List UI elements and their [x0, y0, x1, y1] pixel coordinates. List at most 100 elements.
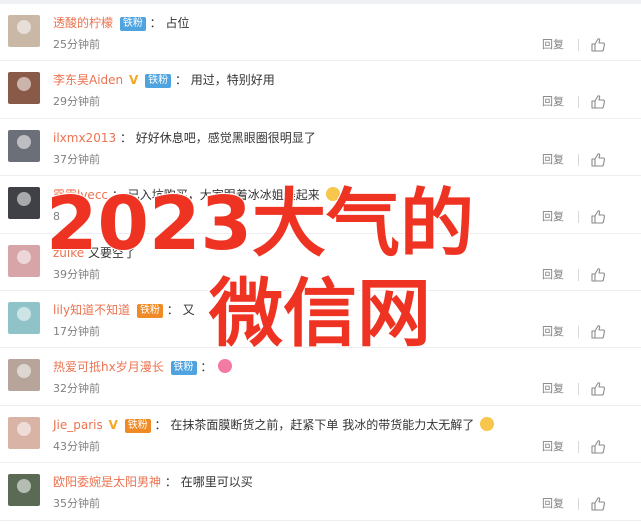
username-link[interactable]: 透酸的柠檬	[53, 16, 113, 30]
thumbs-up-icon[interactable]	[590, 209, 606, 225]
comment-line: 露露lvecc ： 已入坑购买，大家跟着冰冰姐美起来	[53, 186, 631, 204]
username-link[interactable]: 露露lvecc	[53, 188, 108, 202]
comment-item: 欧阳委婉是太阳男神 ： 在哪里可以买 35分钟前 回复	[0, 463, 641, 521]
action-divider	[578, 96, 579, 109]
heart-emoji-icon	[218, 359, 233, 374]
avatar[interactable]	[8, 15, 40, 47]
avatar-face	[17, 364, 31, 379]
reply-button[interactable]: 回复	[542, 268, 564, 282]
verified-v-icon: V	[128, 73, 139, 88]
fan-badge: 铁粉	[145, 74, 172, 89]
comment-item: 李东昊Aiden V 铁粉 ： 用过，特别好用 29分钟前 回复	[0, 61, 641, 119]
comment-time: 29分钟前	[53, 95, 100, 109]
comment-line: zuike 又要空了	[53, 244, 631, 262]
reply-button[interactable]: 回复	[542, 38, 564, 52]
action-divider	[578, 39, 579, 51]
avatar-face	[17, 192, 31, 207]
colon-separator: ：	[154, 417, 167, 432]
comment-item: Jie_paris V 铁粉 ： 在抹茶面膜断货之前，赶紧下单 我冰的带货能力太…	[0, 406, 641, 464]
action-divider	[578, 211, 579, 224]
thumbs-up-icon[interactable]	[590, 439, 606, 455]
avatar[interactable]	[8, 187, 40, 220]
fan-badge: 铁粉	[136, 303, 163, 318]
thumbs-up-icon[interactable]	[590, 152, 606, 168]
comment-time: 35分钟前	[53, 497, 100, 511]
fan-badge: 铁粉	[124, 418, 151, 433]
colon-separator: ：	[174, 73, 187, 88]
reply-button[interactable]: 回复	[542, 153, 564, 167]
comment-item: 露露lvecc ： 已入坑购买，大家跟着冰冰姐美起来 8 回复	[0, 176, 641, 234]
reply-button[interactable]: 回复	[542, 497, 564, 511]
comment-line: lily知道不知道 铁粉 ： 又	[53, 301, 631, 319]
thumbs-up-icon[interactable]	[590, 381, 606, 397]
fan-badge: 铁粉	[119, 17, 146, 31]
comment-line: Jie_paris V 铁粉 ： 在抹茶面膜断货之前，赶紧下单 我冰的带货能力太…	[53, 416, 631, 434]
comment-item: zuike 又要空了 39分钟前 回复	[0, 234, 641, 291]
comment-time: 43分钟前	[53, 439, 100, 453]
avatar-face	[17, 479, 31, 494]
avatar[interactable]	[8, 359, 40, 392]
username-link[interactable]: Jie_paris	[53, 418, 103, 432]
comment-line: ilxmx2013 ： 好好休息吧，感觉黑眼圈很明显了	[53, 129, 631, 147]
action-divider	[578, 498, 579, 511]
username-link[interactable]: lily知道不知道	[53, 303, 130, 317]
thumbs-up-icon[interactable]	[590, 496, 606, 512]
comment-item: 热爱可抵hx岁月漫长 铁粉 ： 32分钟前 回复	[0, 348, 641, 406]
comment-time: 37分钟前	[53, 152, 100, 166]
verified-v-icon: V	[108, 417, 118, 432]
colon-separator: ：	[164, 475, 177, 490]
smile-emoji-icon	[480, 416, 495, 431]
comment-item: ilxmx2013 ： 好好休息吧，感觉黑眼圈很明显了 37分钟前 回复	[0, 119, 641, 177]
avatar[interactable]	[8, 301, 40, 334]
avatar-face	[17, 421, 31, 436]
reply-button[interactable]: 回复	[542, 210, 564, 224]
thumbs-up-icon[interactable]	[590, 267, 606, 283]
comment-time: 8	[53, 210, 60, 224]
comment-text: 占位	[165, 16, 190, 30]
action-divider	[578, 268, 579, 281]
action-divider	[578, 383, 579, 396]
comment-item: lily知道不知道 铁粉 ： 又 17分钟前 回复	[0, 291, 641, 349]
comment-time: 32分钟前	[53, 382, 100, 396]
reply-button[interactable]: 回复	[542, 382, 564, 396]
avatar[interactable]	[8, 244, 40, 277]
comment-text: 又要空了	[87, 245, 136, 260]
fan-badge: 铁粉	[170, 361, 197, 376]
comment-time: 25分钟前	[53, 38, 100, 51]
avatar-face	[17, 77, 31, 92]
comment-text: 用过，特别好用	[190, 73, 275, 88]
thumbs-up-icon[interactable]	[590, 94, 606, 110]
action-divider	[578, 325, 579, 338]
avatar-face	[17, 306, 31, 321]
action-divider	[578, 153, 579, 166]
comment-time: 17分钟前	[53, 324, 100, 338]
comment-list: 透酸的柠檬 铁粉 ： 占位 25分钟前 回复 李东昊Aiden V 铁粉 ： 用…	[0, 4, 641, 521]
thumbs-up-icon[interactable]	[590, 37, 606, 53]
username-link[interactable]: 李东昊Aiden	[53, 73, 123, 87]
reply-button[interactable]: 回复	[542, 95, 564, 109]
laugh-emoji-icon	[325, 187, 340, 202]
reply-button[interactable]: 回复	[542, 440, 564, 454]
comment-line: 热爱可抵hx岁月漫长 铁粉 ：	[53, 358, 631, 376]
colon-separator: ：	[119, 130, 132, 145]
action-divider	[578, 440, 579, 453]
avatar-face	[17, 20, 31, 34]
avatar[interactable]	[8, 474, 40, 507]
colon-separator: ：	[166, 302, 179, 317]
comment-line: 欧阳委婉是太阳男神 ： 在哪里可以买	[53, 473, 631, 491]
username-link[interactable]: 热爱可抵hx岁月漫长	[53, 360, 164, 374]
reply-button[interactable]: 回复	[542, 325, 564, 339]
colon-separator: ：	[149, 16, 162, 30]
thumbs-up-icon[interactable]	[590, 324, 606, 340]
comment-text: 在抹茶面膜断货之前，赶紧下单 我冰的带货能力太无解了	[170, 417, 475, 432]
avatar-face	[17, 134, 31, 149]
username-link[interactable]: zuike	[53, 246, 84, 260]
username-link[interactable]: ilxmx2013	[53, 131, 116, 145]
avatar[interactable]	[8, 416, 40, 449]
comment-line: 李东昊Aiden V 铁粉 ： 用过，特别好用	[53, 71, 631, 89]
comment-item: 透酸的柠檬 铁粉 ： 占位 25分钟前 回复	[0, 4, 641, 62]
comment-time: 39分钟前	[53, 267, 100, 281]
avatar[interactable]	[8, 72, 40, 105]
avatar[interactable]	[8, 129, 40, 162]
username-link[interactable]: 欧阳委婉是太阳男神	[53, 475, 161, 489]
